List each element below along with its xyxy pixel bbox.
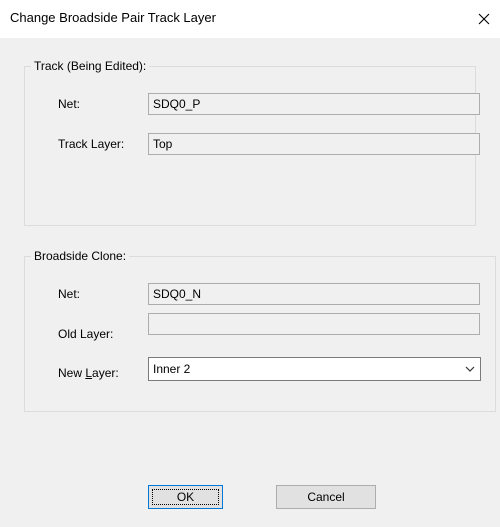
clone-net-field: SDQ0_N: [148, 283, 480, 305]
close-button[interactable]: [468, 0, 500, 38]
old-layer-label: Old Layer:: [58, 327, 114, 341]
clone-net-label: Net:: [58, 287, 81, 301]
cancel-button[interactable]: Cancel: [276, 485, 376, 509]
new-layer-label-suffix: ayer:: [92, 366, 119, 380]
new-layer-label-prefix: New: [58, 366, 86, 380]
close-icon: [478, 13, 490, 25]
clone-net-value: SDQ0_N: [153, 287, 202, 301]
track-net-value: SDQ0_P: [153, 97, 201, 111]
track-layer-value: Top: [153, 137, 173, 151]
new-layer-dropdown[interactable]: Inner 2: [148, 357, 481, 381]
track-group-legend: Track (Being Edited):: [31, 59, 150, 73]
track-net-field: SDQ0_P: [148, 93, 480, 115]
new-layer-selected-value: Inner 2: [153, 362, 191, 376]
new-layer-label: New Layer:: [58, 366, 119, 380]
cancel-button-label: Cancel: [307, 490, 345, 504]
clone-group-legend: Broadside Clone:: [31, 249, 130, 263]
old-layer-field: [148, 313, 480, 335]
dialog-window: Change Broadside Pair Track Layer Track …: [0, 0, 500, 527]
ok-button[interactable]: OK: [148, 485, 223, 509]
track-layer-field: Top: [148, 133, 480, 155]
chevron-down-icon: [465, 366, 475, 372]
track-layer-label: Track Layer:: [58, 137, 125, 151]
dialog-title: Change Broadside Pair Track Layer: [10, 10, 216, 25]
ok-button-label: OK: [176, 490, 195, 504]
title-bar: Change Broadside Pair Track Layer: [0, 0, 500, 38]
track-net-label: Net:: [58, 97, 81, 111]
